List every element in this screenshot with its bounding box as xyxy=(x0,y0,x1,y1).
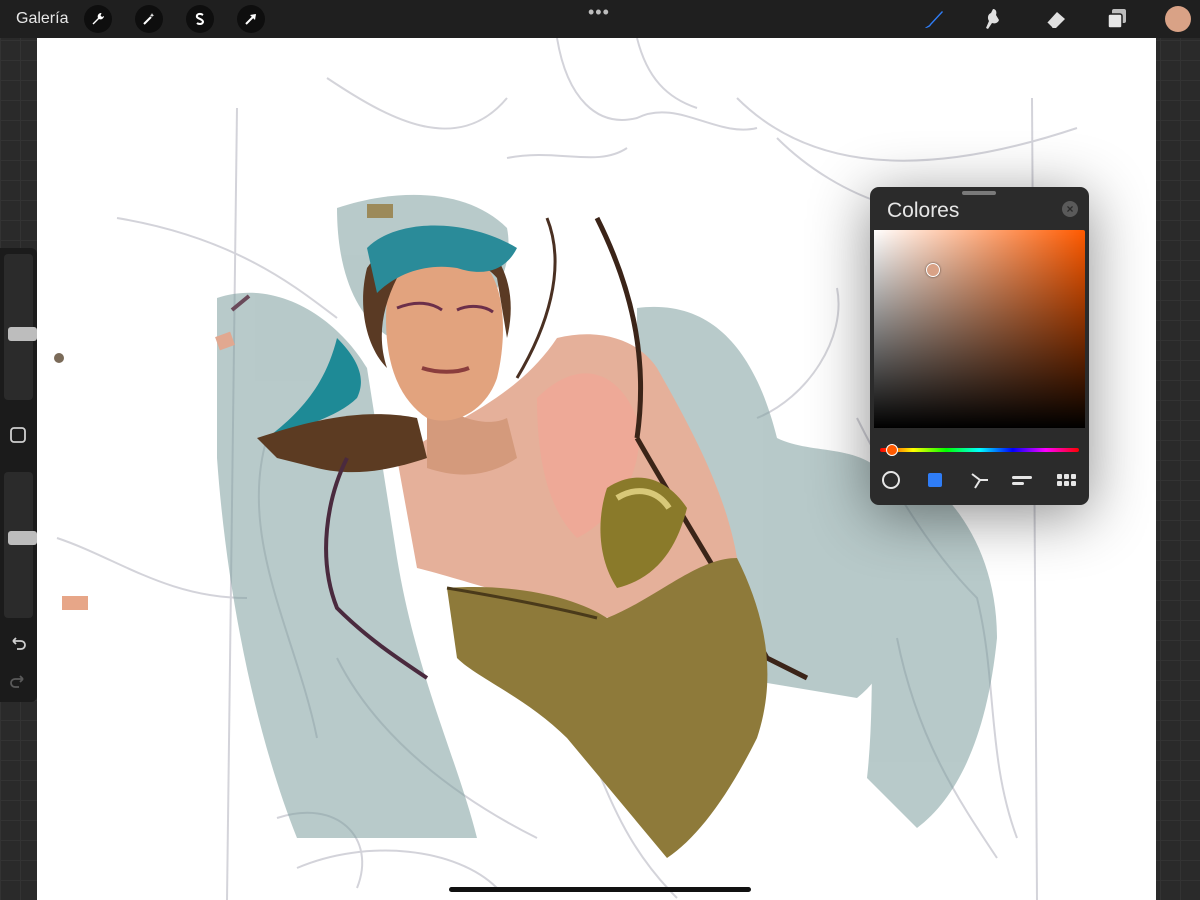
left-sidebar xyxy=(0,248,37,702)
brush-icon[interactable] xyxy=(920,5,948,33)
undo-icon[interactable] xyxy=(9,634,27,652)
gallery-button[interactable]: Galería xyxy=(16,10,68,28)
magic-wand-icon[interactable] xyxy=(135,5,163,33)
more-options-button[interactable]: ••• xyxy=(588,3,610,21)
wrench-icon[interactable] xyxy=(84,5,112,33)
opacity-slider[interactable] xyxy=(4,472,37,618)
brightness-gradient xyxy=(874,230,1085,428)
hue-slider[interactable] xyxy=(880,444,1079,456)
current-color-swatch[interactable] xyxy=(1165,6,1191,32)
square-icon[interactable] xyxy=(9,426,27,444)
palettes-icon[interactable] xyxy=(1056,469,1078,491)
panel-title: Colores xyxy=(887,199,960,222)
home-indicator xyxy=(449,887,751,892)
panel-drag-handle[interactable] xyxy=(962,191,996,195)
opacity-thumb[interactable] xyxy=(8,531,37,546)
brush-size-slider[interactable] xyxy=(4,254,37,400)
color-cursor[interactable] xyxy=(926,262,941,277)
disc-icon[interactable] xyxy=(880,469,902,491)
close-icon[interactable]: × xyxy=(1062,201,1078,217)
redo-icon[interactable] xyxy=(9,672,27,690)
classic-icon[interactable] xyxy=(924,469,946,491)
eraser-icon[interactable] xyxy=(1042,5,1070,33)
smudge-icon[interactable] xyxy=(980,5,1008,33)
saturation-brightness-picker[interactable] xyxy=(874,230,1085,428)
layers-icon[interactable] xyxy=(1103,5,1131,33)
color-panel: Colores × xyxy=(870,187,1089,505)
selection-icon[interactable] xyxy=(186,5,214,33)
hue-thumb[interactable] xyxy=(885,444,898,456)
brush-size-thumb[interactable] xyxy=(8,326,37,341)
harmony-icon[interactable] xyxy=(969,469,991,491)
transform-icon[interactable] xyxy=(237,5,265,33)
value-icon[interactable] xyxy=(1011,469,1033,491)
top-toolbar: Galería ••• xyxy=(0,0,1200,38)
